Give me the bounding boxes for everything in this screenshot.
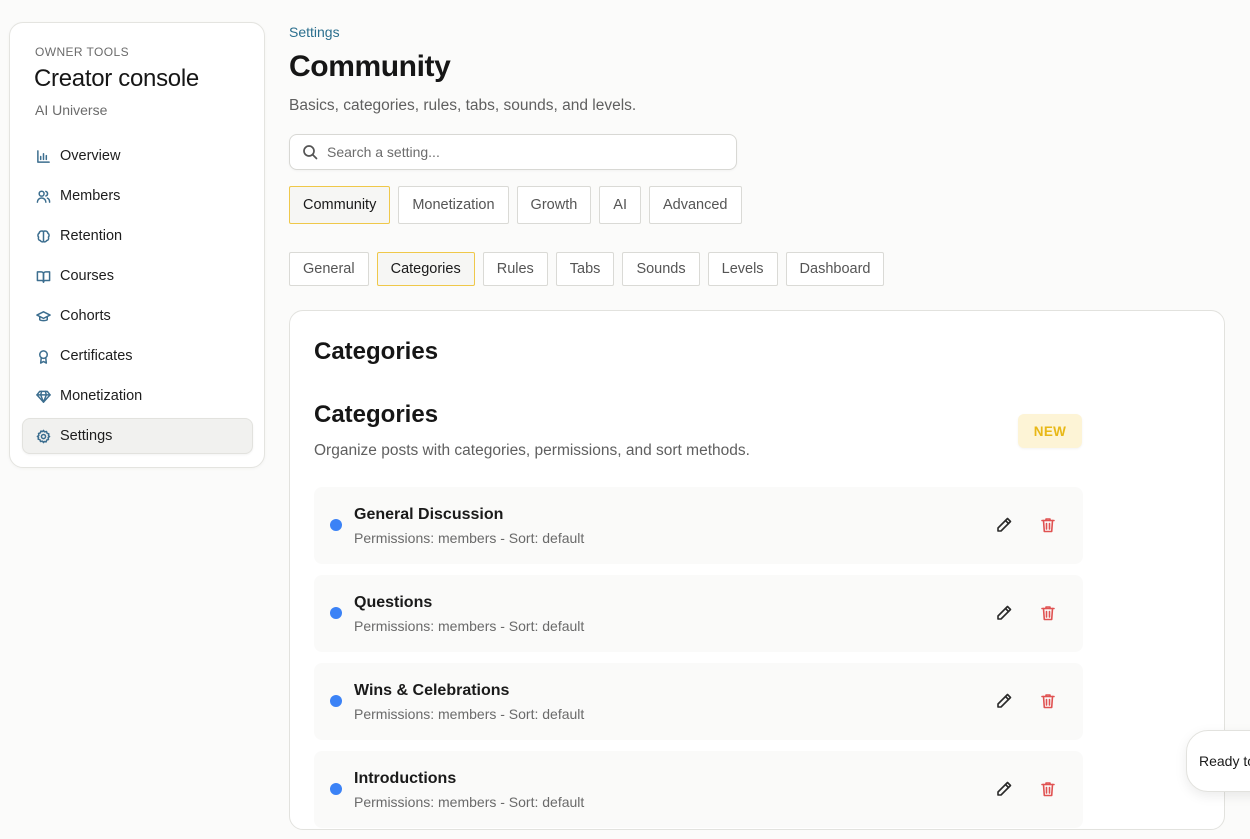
sidebar-section-label: OWNER TOOLS — [35, 45, 129, 59]
sidebar-item-label: Members — [60, 188, 121, 204]
sidebar-item-label: Retention — [60, 228, 123, 244]
new-badge: NEW — [1018, 414, 1082, 448]
tab-community[interactable]: Community — [289, 186, 391, 224]
search-box — [289, 134, 737, 170]
sidebar-item-label: Courses — [60, 268, 114, 284]
page-subtitle: Basics, categories, rules, tabs, sounds,… — [289, 97, 637, 114]
bar-chart-icon — [35, 148, 51, 164]
tab-advanced[interactable]: Advanced — [649, 186, 742, 224]
category-list: General Discussion Permissions: members … — [314, 487, 1083, 839]
sidebar-item-cohorts[interactable]: Cohorts — [22, 298, 253, 334]
pencil-icon[interactable] — [995, 780, 1013, 798]
brain-icon — [35, 228, 51, 244]
panel-title: Categories — [314, 338, 439, 365]
sidebar-item-courses[interactable]: Courses — [22, 258, 253, 294]
category-name: General Discussion — [354, 506, 504, 523]
sidebar-item-label: Overview — [60, 148, 121, 164]
category-meta: Permissions: members - Sort: default — [354, 530, 585, 546]
subtab-general[interactable]: General — [289, 252, 369, 286]
category-name: Introductions — [354, 770, 457, 787]
sidebar-item-certificates[interactable]: Certificates — [22, 338, 253, 374]
award-icon — [35, 348, 51, 364]
category-meta: Permissions: members - Sort: default — [354, 618, 585, 634]
category-meta: Permissions: members - Sort: default — [354, 706, 585, 722]
primary-tabs: Community Monetization Growth AI Advance… — [289, 186, 750, 224]
secondary-tabs: General Categories Rules Tabs Sounds Lev… — [289, 252, 892, 286]
sidebar: OWNER TOOLS Creator console AI Universe … — [9, 22, 265, 468]
console-title: Creator console — [34, 65, 199, 92]
pencil-icon[interactable] — [995, 604, 1013, 622]
breadcrumb[interactable]: Settings — [289, 24, 340, 40]
sidebar-item-label: Certificates — [60, 348, 133, 364]
users-icon — [35, 188, 51, 204]
category-color-dot — [330, 607, 342, 619]
category-color-dot — [330, 519, 342, 531]
trash-icon[interactable] — [1039, 604, 1057, 622]
sidebar-item-overview[interactable]: Overview — [22, 138, 253, 174]
tab-monetization[interactable]: Monetization — [398, 186, 509, 224]
sidebar-item-settings[interactable]: Settings — [22, 418, 253, 454]
categories-panel: Categories Categories Organize posts wit… — [289, 310, 1225, 830]
category-name: Questions — [354, 594, 433, 611]
subtab-sounds[interactable]: Sounds — [622, 252, 700, 286]
trash-icon[interactable] — [1039, 780, 1057, 798]
category-color-dot — [330, 783, 342, 795]
sidebar-item-label: Monetization — [60, 388, 143, 404]
search-icon — [303, 145, 318, 160]
category-color-dot — [330, 695, 342, 707]
sidebar-item-members[interactable]: Members — [22, 178, 253, 214]
tab-ai[interactable]: AI — [599, 186, 641, 224]
tab-growth[interactable]: Growth — [516, 186, 592, 224]
category-row: Wins & Celebrations Permissions: members… — [314, 663, 1083, 740]
book-open-icon — [35, 268, 51, 284]
pencil-icon[interactable] — [995, 692, 1013, 710]
page-title: Community — [289, 50, 451, 83]
status-toast: Ready to — [1186, 730, 1250, 792]
trash-icon[interactable] — [1039, 692, 1057, 710]
sidebar-item-retention[interactable]: Retention — [22, 218, 253, 254]
pencil-icon[interactable] — [995, 516, 1013, 534]
category-name: Wins & Celebrations — [354, 682, 510, 699]
sidebar-item-label: Cohorts — [60, 308, 111, 324]
subtab-tabs[interactable]: Tabs — [555, 252, 615, 286]
category-row: Introductions Permissions: members - Sor… — [314, 751, 1083, 828]
sidebar-item-monetization[interactable]: Monetization — [22, 378, 253, 414]
category-row: Questions Permissions: members - Sort: d… — [314, 575, 1083, 652]
workspace-name: AI Universe — [35, 102, 108, 118]
category-meta: Permissions: members - Sort: default — [354, 794, 585, 810]
section-title: Categories — [314, 401, 439, 428]
trash-icon[interactable] — [1039, 516, 1057, 534]
sidebar-item-label: Settings — [60, 428, 113, 444]
subtab-levels[interactable]: Levels — [707, 252, 778, 286]
gear-icon — [35, 428, 51, 444]
sidebar-nav: Overview Members Retention Courses Cohor… — [22, 138, 253, 458]
subtab-rules[interactable]: Rules — [482, 252, 548, 286]
section-description: Organize posts with categories, permissi… — [314, 442, 750, 459]
graduation-cap-icon — [35, 308, 51, 324]
category-row: General Discussion Permissions: members … — [314, 487, 1083, 564]
search-input[interactable] — [327, 144, 707, 160]
gem-icon — [35, 388, 51, 404]
subtab-categories[interactable]: Categories — [376, 252, 475, 286]
subtab-dashboard[interactable]: Dashboard — [785, 252, 885, 286]
